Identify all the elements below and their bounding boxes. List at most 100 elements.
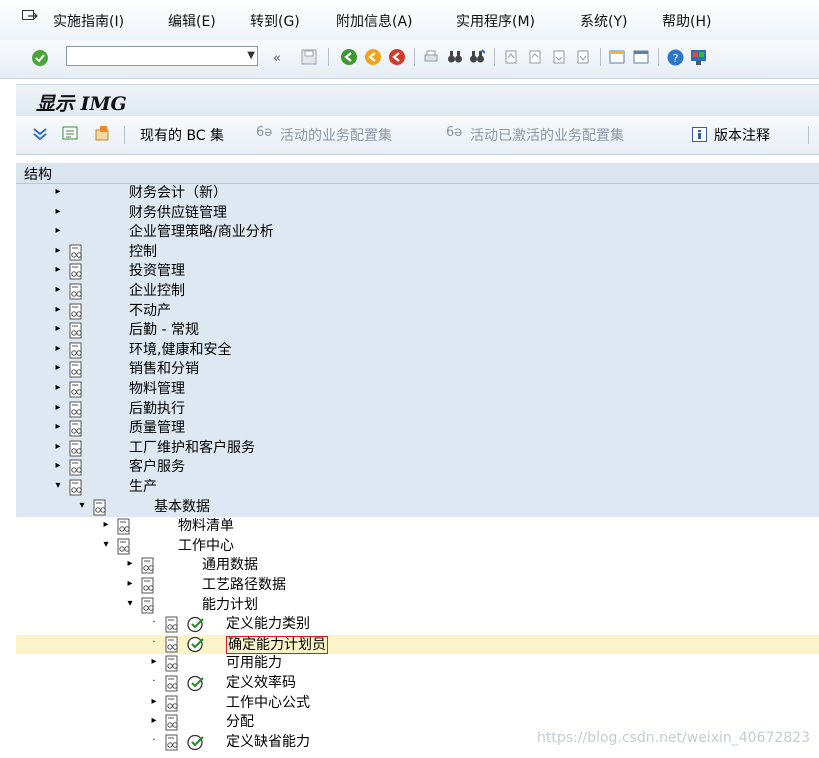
expand-node-icon[interactable]: ▸ bbox=[149, 656, 159, 667]
tree-node-label[interactable]: 工艺路径数据 bbox=[202, 576, 286, 595]
tree-node-label[interactable]: 后勤执行 bbox=[129, 400, 185, 419]
cancel-icon[interactable] bbox=[388, 48, 406, 66]
tree-node-label[interactable]: 后勤 - 常规 bbox=[129, 321, 199, 340]
last-page-icon[interactable] bbox=[575, 49, 591, 65]
tree-row[interactable]: ▸ 企业管理策略/商业分析 bbox=[16, 223, 819, 243]
documentation-icon[interactable] bbox=[69, 479, 84, 496]
help-icon[interactable]: ? bbox=[667, 49, 684, 66]
tree-node-label[interactable]: 销售和分销 bbox=[129, 360, 199, 379]
print-icon[interactable] bbox=[423, 49, 439, 65]
release-notes-button[interactable]: 版本注释 bbox=[714, 125, 770, 145]
documentation-icon[interactable] bbox=[69, 283, 84, 300]
documentation-icon[interactable] bbox=[69, 244, 84, 261]
tree-row[interactable]: ▸ 财务会计（新） bbox=[16, 184, 819, 204]
expand-node-icon[interactable]: ▸ bbox=[53, 225, 63, 236]
tree-row[interactable]: ▸ 工作中心公式 bbox=[16, 694, 819, 714]
documentation-icon[interactable] bbox=[93, 499, 108, 516]
tree-row[interactable]: ▾ 基本数据 bbox=[16, 497, 819, 518]
tree-node-label[interactable]: 工厂维护和客户服务 bbox=[129, 439, 255, 458]
customize-layout-icon[interactable] bbox=[690, 49, 707, 66]
tree-row[interactable]: ▾ 工作中心 bbox=[16, 537, 819, 557]
tree-node-label[interactable]: 生产 bbox=[129, 478, 157, 497]
menu-extras[interactable]: 附加信息(A) bbox=[336, 11, 413, 31]
documentation-icon[interactable] bbox=[165, 695, 180, 712]
expand-node-icon[interactable]: ▸ bbox=[125, 558, 135, 569]
back-icon[interactable] bbox=[340, 48, 358, 66]
create-session-icon[interactable] bbox=[609, 49, 625, 65]
find-next-icon[interactable] bbox=[469, 49, 485, 65]
execute-activity-icon[interactable] bbox=[187, 734, 205, 751]
documentation-icon[interactable] bbox=[165, 675, 180, 692]
where-used-icon[interactable] bbox=[62, 125, 79, 142]
documentation-icon[interactable] bbox=[69, 440, 84, 457]
tree-row[interactable]: ▸ 工艺路径数据 bbox=[16, 576, 819, 596]
expand-node-icon[interactable]: ▸ bbox=[149, 696, 159, 707]
expand-node-icon[interactable]: ▸ bbox=[53, 264, 63, 275]
tree-row[interactable]: ▸ 质量管理 bbox=[16, 419, 819, 439]
tree-row[interactable]: ▸ 物料清单 bbox=[16, 517, 819, 537]
tree-row[interactable]: ▸ 工厂维护和客户服务 bbox=[16, 438, 819, 459]
expand-node-icon[interactable]: ▸ bbox=[53, 304, 63, 315]
tree-node-label[interactable]: 通用数据 bbox=[202, 556, 258, 575]
dropdown-icon[interactable]: ▼ bbox=[247, 47, 255, 65]
tree-node-label[interactable]: 财务会计（新） bbox=[129, 184, 227, 203]
tree-row[interactable]: ▸ 通用数据 bbox=[16, 556, 819, 576]
documentation-icon[interactable] bbox=[69, 420, 84, 437]
execute-activity-icon[interactable] bbox=[187, 616, 205, 633]
menu-goto[interactable]: 转到(G) bbox=[250, 11, 300, 31]
tree-node-label[interactable]: 物料管理 bbox=[129, 380, 185, 399]
active-bc-sets-button[interactable]: 活动的业务配置集 bbox=[280, 125, 392, 145]
documentation-icon[interactable] bbox=[69, 322, 84, 339]
activated-bc-sets-button[interactable]: 活动已激活的业务配置集 bbox=[470, 125, 624, 145]
tree-node-label[interactable]: 投资管理 bbox=[129, 262, 185, 281]
collapse-node-icon[interactable]: ▾ bbox=[53, 480, 63, 491]
tree-node-label[interactable]: 定义效率码 bbox=[226, 674, 296, 693]
tree-node-label[interactable]: 确定能力计划员 bbox=[226, 635, 328, 654]
documentation-icon[interactable] bbox=[165, 734, 180, 751]
exit-icon[interactable] bbox=[364, 48, 382, 66]
next-page-icon[interactable] bbox=[551, 49, 567, 65]
tree-node-label[interactable]: 质量管理 bbox=[129, 419, 185, 438]
expand-node-icon[interactable]: ▸ bbox=[53, 460, 63, 471]
tree-row[interactable]: ▾ 生产 bbox=[16, 478, 819, 498]
tree-node-label[interactable]: 定义缺省能力 bbox=[226, 733, 310, 752]
menu-utilities[interactable]: 实用程序(M) bbox=[456, 11, 535, 31]
menu-implementation-guide[interactable]: 实施指南(I) bbox=[53, 11, 124, 31]
documentation-icon[interactable] bbox=[165, 655, 180, 672]
tree-node-label[interactable]: 环境,健康和安全 bbox=[129, 341, 231, 360]
expand-node-icon[interactable]: ▸ bbox=[53, 343, 63, 354]
tree-node-label[interactable]: 客户服务 bbox=[129, 458, 185, 477]
documentation-icon[interactable] bbox=[69, 361, 84, 378]
tree-row[interactable]: ▾ 能力计划 bbox=[16, 596, 819, 616]
documentation-icon[interactable] bbox=[141, 577, 156, 594]
documentation-icon[interactable] bbox=[94, 125, 111, 142]
expand-node-icon[interactable]: ▸ bbox=[125, 578, 135, 589]
first-page-icon[interactable] bbox=[503, 49, 519, 65]
execute-activity-icon[interactable] bbox=[187, 636, 205, 653]
documentation-icon[interactable] bbox=[141, 557, 156, 574]
documentation-icon[interactable] bbox=[69, 263, 84, 280]
tree-row[interactable]: ▸ 可用能力 bbox=[16, 654, 819, 674]
documentation-icon[interactable] bbox=[141, 597, 156, 614]
documentation-icon[interactable] bbox=[117, 538, 132, 555]
documentation-icon[interactable] bbox=[69, 381, 84, 398]
tree-row[interactable]: ▸ 财务供应链管理 bbox=[16, 203, 819, 224]
expand-node-icon[interactable]: ▸ bbox=[53, 323, 63, 334]
tree-node-label[interactable]: 企业管理策略/商业分析 bbox=[129, 223, 274, 242]
tree-node-label[interactable]: 可用能力 bbox=[226, 654, 282, 673]
expand-node-icon[interactable]: ▸ bbox=[53, 402, 63, 413]
menu-toggle-icon[interactable] bbox=[22, 10, 38, 24]
tree-node-label[interactable]: 基本数据 bbox=[154, 498, 210, 517]
tree-row[interactable]: ▸ 环境,健康和安全 bbox=[16, 340, 819, 361]
execute-activity-icon[interactable] bbox=[187, 675, 205, 692]
tree-row[interactable]: · 确定能力计划员 bbox=[16, 634, 819, 655]
documentation-icon[interactable] bbox=[117, 518, 132, 535]
back-nav-button[interactable]: « bbox=[270, 49, 284, 67]
expand-node-icon[interactable]: ▸ bbox=[53, 206, 63, 217]
tree-row[interactable]: · 定义效率码 bbox=[16, 674, 819, 694]
expand-node-icon[interactable]: ▸ bbox=[53, 186, 63, 197]
menu-help[interactable]: 帮助(H) bbox=[662, 11, 711, 31]
collapse-node-icon[interactable]: ▾ bbox=[77, 500, 87, 511]
expand-node-icon[interactable]: ▸ bbox=[53, 441, 63, 452]
tree-node-label[interactable]: 企业控制 bbox=[129, 282, 185, 301]
